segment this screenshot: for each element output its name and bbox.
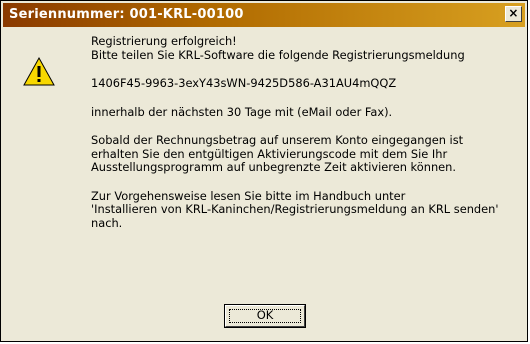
message-payment-line: Ausstellungsprogramm auf unbegrenzte Zei… xyxy=(91,160,457,174)
message-payment-line: Sobald der Rechnungsbetrag auf unserem K… xyxy=(91,133,464,147)
close-button[interactable]: × xyxy=(505,6,522,22)
close-icon: × xyxy=(508,6,519,20)
message-payment-line: erhalten Sie den entgültigen Aktivierung… xyxy=(91,146,448,161)
message-line-instruction: Bitte teilen Sie KRL-Software die folgen… xyxy=(91,47,465,62)
warning-icon xyxy=(23,56,55,88)
message-line-success: Registrierung erfolgreich! xyxy=(91,34,237,48)
message-dialog: Seriennummer: 001-KRL-00100 × Registrier… xyxy=(0,0,528,342)
focus-rectangle xyxy=(229,309,301,323)
message-manual-line: 'Installieren von KRL-Kaninchen/Registri… xyxy=(91,202,499,216)
dialog-title: Seriennummer: 001-KRL-00100 xyxy=(9,7,244,22)
ok-button[interactable]: OK xyxy=(224,304,306,328)
registration-code: 1406F45-9963-3exY43sWN-9425D586-A31AU4mQ… xyxy=(91,76,397,90)
message-manual-line: nach. xyxy=(91,215,123,230)
message-manual-line: Zur Vorgehensweise lesen Sie bitte im Ha… xyxy=(91,188,406,203)
message-body: Registrierung erfolgreich! Bitte teilen … xyxy=(91,34,517,230)
title-bar[interactable]: Seriennummer: 001-KRL-00100 × xyxy=(3,3,525,27)
message-deadline: innerhalb der nächsten 30 Tage mit (eMai… xyxy=(91,104,393,119)
